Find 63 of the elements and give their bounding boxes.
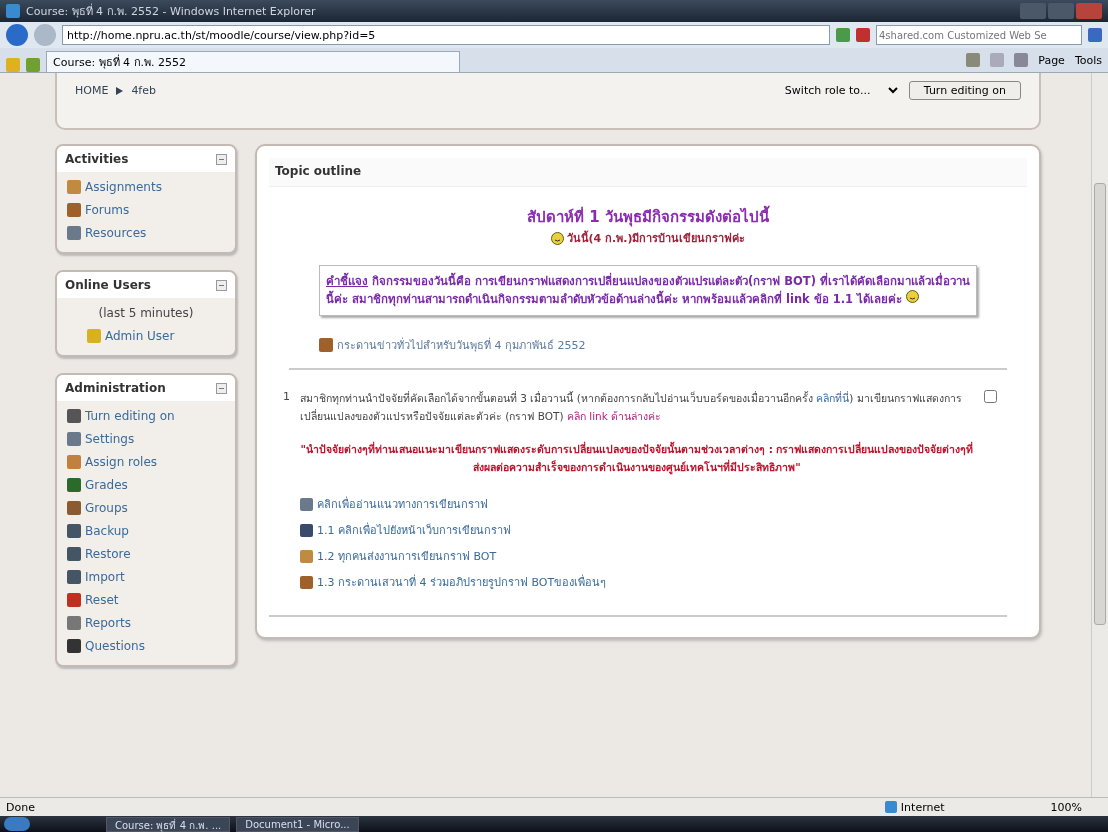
turn-editing-on-button[interactable]: Turn editing on [908, 81, 1021, 100]
window-title: Course: พุธที่ 4 ก.พ. 2552 - Windows Internet Explorer [26, 2, 316, 20]
block-note: (last 5 minutes) [97, 306, 195, 320]
block-link[interactable]: Settings [67, 432, 225, 446]
section-number: 1 [283, 389, 290, 405]
notice-link[interactable]: คำชี้แจง [326, 274, 368, 288]
block-link[interactable]: Reports [67, 616, 225, 630]
scrollbar[interactable] [1091, 73, 1108, 797]
block-link[interactable]: Import [67, 570, 225, 584]
quote-text: "นำปัจจัยต่างๆที่ท่านเสนอแนะมาเขียนกราฟแสดงระดับการเปลี่ยนแปลงของปัจจัยนั้นตามช่วงเวลาต่างๆ : กราฟแสดงการเปลี่ยนแปลงของปัจจัยต่างๆที่ส่งผลต่อความสำเร็จของการดำเนินงานของศูนย์เทคโนฯที่มีประสิทธิภาพ" [300, 441, 974, 477]
collapse-icon[interactable] [216, 153, 227, 165]
notice-paragraph: คำชี้แจง กิจกรรมของวันนี้คือ การเขียนกราฟแสดงการเปลี่ยนแปลงของตัวแปรแต่ละตัว(กราฟ BOT) ที่เราได้คัดเลือกมาแล้วเมื่อวานนี้ค่ะ สมาชิกทุกท่านสามารถดำเนินกิจกรรมตามลำดับหัวข้อด้านล่างนี้ค่ะ หากพร้อมแล้วคลิกที่ link ข้อ 1.1 ได้เลยค่ะ [319, 265, 977, 316]
block-link[interactable]: Turn editing on [67, 409, 225, 423]
browser-tab[interactable]: Course: พุธที่ 4 ก.พ. 2552 [46, 51, 460, 72]
smiley-icon [550, 231, 564, 245]
forward-button[interactable] [34, 24, 56, 46]
inline-link[interactable]: คลิก link ด้านล่างค่ะ [566, 409, 662, 422]
block-link[interactable]: Admin User [67, 329, 225, 343]
block-link[interactable]: Forums [67, 203, 225, 217]
address-field[interactable]: http://home.npru.ac.th/st/moodle/course/view.php?id=5 [62, 25, 830, 45]
resource-link[interactable]: 1.3 กระดานเสวนาที่ 4 ร่วมอภิปรายรูปกราฟ BOTของเพื่อนๆ [300, 573, 974, 592]
command-button[interactable]: Tools [1074, 53, 1102, 67]
maximize-button[interactable] [1048, 3, 1074, 19]
section-subtitle: วันนี้(4 ก.พ.)มีการบ้านเขียนกราฟค่ะ [566, 229, 746, 247]
breadcrumb-link[interactable]: 4feb [131, 84, 156, 97]
collapse-icon[interactable] [216, 279, 227, 291]
highlight-checkbox[interactable] [984, 389, 997, 403]
status-text: Done [6, 800, 35, 814]
close-button[interactable] [1076, 3, 1102, 19]
start-button[interactable] [4, 817, 30, 831]
block-link[interactable]: Restore [67, 547, 225, 561]
resource-link[interactable]: คลิกเพื่ออ่านแนวทางการเขียนกราฟ [300, 495, 974, 514]
block-link[interactable]: Assignments [67, 180, 225, 194]
taskbar-button[interactable]: Document1 - Micro... [236, 816, 359, 832]
resource-link[interactable]: 1.2 ทุกคนส่งงานการเขียนกราฟ BOT [300, 547, 974, 566]
block-link[interactable]: Assign roles [67, 455, 225, 469]
taskbar-button[interactable]: Course: พุธที่ 4 ก.พ. ... [106, 816, 231, 832]
zone-label: Internet [900, 800, 945, 814]
switch-role-select[interactable]: Switch role to... [780, 83, 901, 98]
breadcrumb-arrow-icon [116, 86, 124, 95]
block-link[interactable]: Backup [67, 524, 225, 538]
section-title: สัปดาห์ที่ 1 วันพุธมีกิจกรรมดังต่อไปนี้ [527, 205, 769, 229]
block-link[interactable]: Resources [67, 226, 225, 240]
block-title: Activities [65, 152, 129, 166]
zoom-level[interactable]: 100% [1050, 800, 1082, 814]
block-title: Online Users [65, 278, 151, 292]
breadcrumb-link[interactable]: HOME [75, 84, 109, 97]
command-button[interactable]: Page [1038, 53, 1065, 67]
block-link[interactable]: Groups [67, 501, 225, 515]
inline-link[interactable]: คลิกที่นี่ [816, 391, 850, 404]
block-title: Administration [65, 381, 166, 395]
back-button[interactable] [6, 24, 28, 46]
resource-link[interactable]: 1.1 คลิกเพื่อไปยังหน้าเว็บการเขียนกราฟ [300, 521, 974, 540]
collapse-icon[interactable] [216, 382, 227, 394]
smiley-icon [906, 290, 920, 304]
block-link[interactable]: Questions [67, 639, 225, 653]
search-field[interactable]: 4shared.com Customized Web Se [876, 25, 1082, 45]
forum-link[interactable]: กระดานข่าวทั่วไปสำหรับวันพุธที่ 4 กุมภาพันธ์ 2552 [337, 335, 586, 354]
block-link[interactable]: Grades [67, 478, 225, 492]
section-heading: Topic outline [269, 158, 1027, 187]
section-description: สมาชิกทุกท่านนำปัจจัยที่คัดเลือกได้จากขั้นตอนที่ 3 เมื่อวานนี้ (หากต้องการกลับไปอ่านเว็บบอร์ดของเมื่อวานอีกครั้ง คลิกที่นี่) มาเขียนกราฟแสดงการเปลี่ยนแปลงของตัวแปรหรือปัจจัยแต่ละตัวค่ะ (กราฟ BOT) คลิก link ด้านล่างค่ะ [300, 390, 963, 424]
minimize-button[interactable] [1020, 3, 1046, 19]
block-link[interactable]: Reset [67, 593, 225, 607]
